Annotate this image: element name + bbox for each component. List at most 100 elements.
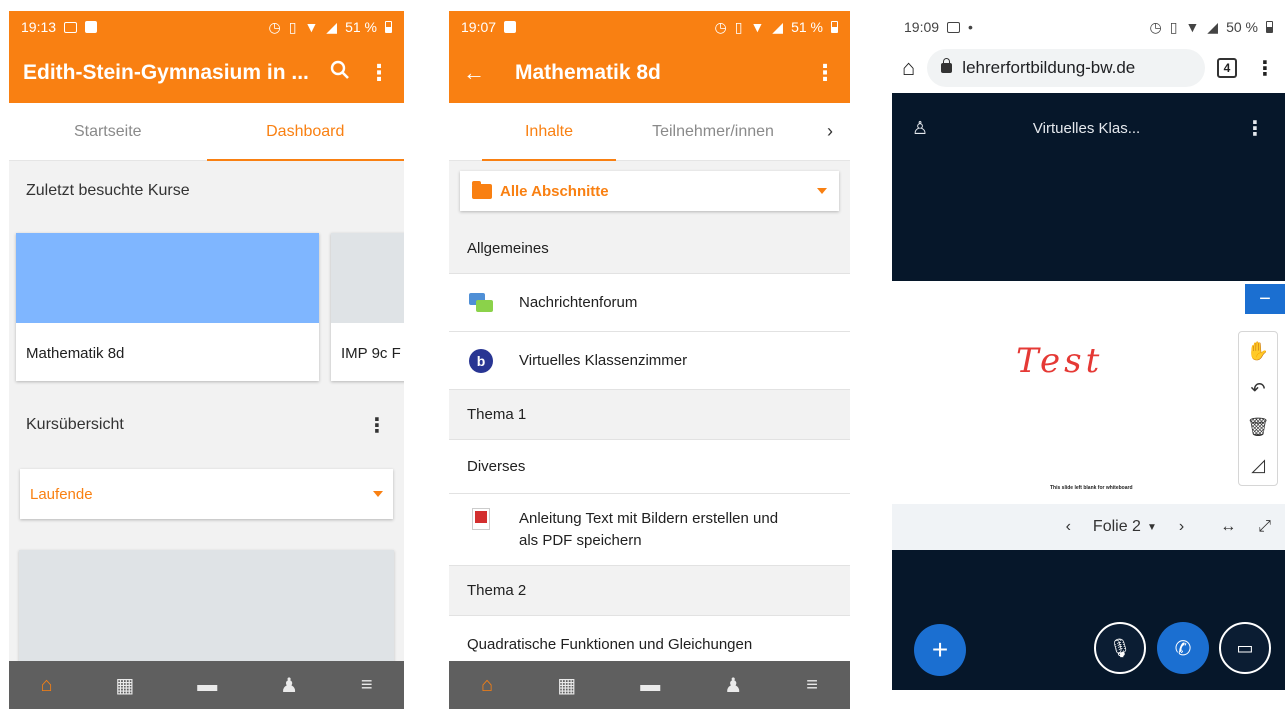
phone-course: 19:07 ◷ ▯ ▼ ◢ 51 % ← Mathematik 8d ⋮ Inh… [449,11,850,709]
session-footer: + 🎙 ✆ ▭ [892,550,1285,690]
signal-icon: ◢ [772,18,784,35]
forum-icon [469,292,493,313]
more-vert-icon[interactable]: ⋮ [814,60,836,86]
notifications-icon[interactable]: ♟ [280,673,298,698]
bigbluebutton-icon: b [469,348,493,373]
alarm-icon: ◷ [1149,18,1162,35]
activity-label: Virtuelles Klassenzimmer [519,351,688,369]
course-overview-heading: Kursübersicht [26,416,124,433]
calendar-nav-icon[interactable]: ▦ [557,673,576,698]
undo-icon[interactable]: ↶ [1245,379,1271,400]
battery-icon [1266,21,1273,33]
session-title: Virtuelles Klas... [1032,119,1141,137]
messages-icon[interactable]: ▬ [197,674,217,697]
dropdown-caret-icon [373,491,383,497]
multi-user-whiteboard-icon[interactable]: ◿ [1245,455,1271,476]
vibrate-icon: ▯ [734,18,743,35]
session-header-area: ♙ Virtuelles Klas... ⋮ [892,93,1285,281]
prev-slide-icon[interactable]: ‹ [1066,518,1071,536]
app-title: Edith-Stein-Gymnasium in ... [23,61,309,84]
battery-percent: 50 % [1226,19,1258,35]
url-bar[interactable]: lehrerfortbildung-bw.de [927,49,1205,87]
messages-icon[interactable]: ▬ [640,674,660,697]
user-list-icon[interactable]: ♙ [912,118,928,139]
tab-startseite[interactable]: Startseite [9,103,207,160]
more-vert-icon[interactable]: ⋮ [368,60,390,86]
gallery-icon [947,21,961,33]
slide-note: This slide left blank for whiteboard [1050,485,1133,491]
tab-bar: Inhalte Teilnehmer/innen › [449,103,850,161]
course-filter-dropdown[interactable]: Laufende [20,469,393,519]
home-icon[interactable]: ⌂ [481,674,493,697]
notifications-icon[interactable]: ♟ [724,673,742,698]
course-card-image [331,233,404,323]
app-bar: ← Mathematik 8d ⋮ [449,43,850,103]
more-vert-icon[interactable]: ⋮ [1245,116,1265,141]
tab-scroll-right-icon[interactable]: › [810,103,850,160]
section-header: Allgemeines [449,224,850,274]
tab-inhalte[interactable]: Inhalte [482,103,616,161]
tab-dashboard[interactable]: Dashboard [206,103,405,161]
slide-selector[interactable]: Folie 2 ▼ [1093,518,1157,536]
menu-icon[interactable]: ≡ [361,674,373,697]
vibrate-icon: ▯ [1169,18,1178,35]
course-card-image [16,233,319,323]
vibrate-icon: ▯ [288,18,297,35]
home-icon[interactable]: ⌂ [902,55,915,81]
minimize-presentation-button[interactable]: − [1245,284,1285,314]
wifi-icon: ▼ [750,19,765,35]
activity-label: Quadratische Funktionen und Gleichungen [467,635,753,653]
back-arrow-icon[interactable]: ← [463,60,485,86]
calendar-nav-icon[interactable]: ▦ [115,673,134,698]
tab-teilnehmer[interactable]: Teilnehmer/innen [616,103,810,160]
recent-courses-carousel[interactable]: Mathematik 8d IMP 9c F [9,221,404,381]
status-time: 19:13 [21,19,57,35]
camera-off-button[interactable]: ▭ [1219,622,1271,674]
actions-plus-button[interactable]: + [914,624,966,676]
phone-bigbluebutton: 19:09 • ◷ ▯ ▼ ◢ 50 % ⌂ lehrerfortbildung… [892,11,1285,713]
fullscreen-icon[interactable]: ⤢ [1258,518,1271,536]
wifi-icon: ▼ [1185,19,1200,35]
alarm-icon: ◷ [714,18,727,35]
calendar-icon [85,21,98,33]
gallery-icon [64,21,78,33]
course-card[interactable]: Mathematik 8d [16,233,319,381]
whiteboard-slide[interactable]: − Test ✋ ↶ 🗑 ◿ This slide left blank for… [892,281,1285,504]
course-card[interactable]: IMP 9c F [331,233,404,381]
fit-width-icon[interactable]: ↔ [1220,518,1236,536]
dot-icon: • [968,19,973,35]
course-overview-header: Kursübersicht ⋮ [9,381,404,469]
section-filter-dropdown[interactable]: Alle Abschnitte [460,171,839,211]
more-vert-icon[interactable]: ⋮ [367,413,387,438]
browser-toolbar: ⌂ lehrerfortbildung-bw.de 4 ⋮ [892,43,1285,93]
tab-switcher-button[interactable]: 4 [1217,58,1237,78]
menu-icon[interactable]: ≡ [806,674,818,697]
activity-pdf[interactable]: Anleitung Text mit Bildern erstellen und… [449,494,850,566]
app-title: Mathematik 8d [515,61,661,84]
section-header: Thema 1 [449,390,850,440]
dropdown-caret-icon [817,188,827,194]
activity-label: Diverses [467,457,526,475]
search-icon[interactable] [330,60,350,86]
activity-label: Nachrichtenforum [519,293,638,311]
battery-percent: 51 % [791,19,823,35]
more-vert-icon[interactable]: ⋮ [1255,56,1275,81]
activity-label-line1: Anleitung Text mit Bildern erstellen und [519,510,779,527]
wifi-icon: ▼ [304,19,319,35]
leave-audio-button[interactable]: ✆ [1157,622,1209,674]
whiteboard-drawing: Test [1016,341,1104,381]
next-slide-icon[interactable]: › [1179,518,1184,536]
phone-dashboard: 19:13 ◷ ▯ ▼ ◢ 51 % Edith-Stein-Gymnasium… [9,11,404,709]
app-bar: Edith-Stein-Gymnasium in ... ⋮ [9,43,404,103]
mute-microphone-button[interactable]: 🎙 [1094,622,1146,674]
activity-bigbluebutton[interactable]: b Virtuelles Klassenzimmer [449,332,850,390]
activity-forum[interactable]: Nachrichtenforum [449,274,850,332]
home-icon[interactable]: ⌂ [40,674,52,697]
status-time: 19:07 [461,19,497,35]
course-placeholder-card[interactable] [19,550,394,670]
battery-icon [385,21,392,33]
trash-icon[interactable]: 🗑 [1245,417,1271,438]
battery-icon [831,21,838,33]
hand-tool-icon[interactable]: ✋ [1245,341,1271,362]
activity-label-line2: als PDF speichern [519,532,642,549]
